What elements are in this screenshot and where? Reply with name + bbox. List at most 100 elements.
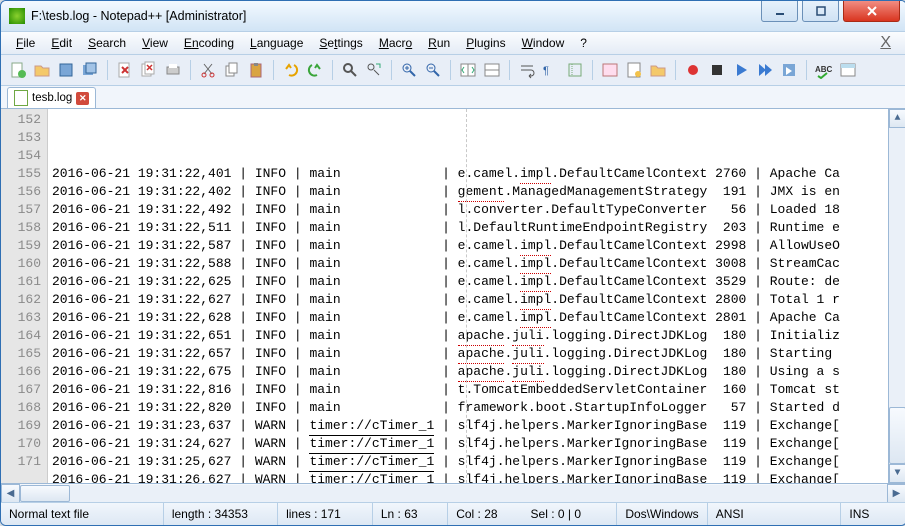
log-line: 2016-06-21 19:31:22,402 | INFO | main | … xyxy=(52,183,888,201)
status-lines: lines : 171 xyxy=(278,503,372,525)
zoom-out-icon[interactable] xyxy=(424,61,442,79)
zoom-in-icon[interactable] xyxy=(400,61,418,79)
paste-icon[interactable] xyxy=(247,61,265,79)
tab-close-icon[interactable]: ✕ xyxy=(76,92,89,105)
mdi-close-icon[interactable]: X xyxy=(873,32,898,54)
menu-edit[interactable]: Edit xyxy=(44,34,79,52)
log-line: 2016-06-21 19:31:26,627 | WARN | timer:/… xyxy=(52,471,888,483)
play-macro-icon[interactable] xyxy=(732,61,750,79)
wrap-guide xyxy=(466,109,468,483)
scroll-left-icon[interactable]: ◀ xyxy=(1,484,20,503)
indent-guide-icon[interactable] xyxy=(566,61,584,79)
close-all-icon[interactable] xyxy=(140,61,158,79)
replace-icon[interactable] xyxy=(365,61,383,79)
print-icon[interactable] xyxy=(164,61,182,79)
log-line: 2016-06-21 19:31:23,637 | WARN | timer:/… xyxy=(52,417,888,435)
statusbar: Normal text file length : 34353 lines : … xyxy=(1,502,905,525)
undo-icon[interactable] xyxy=(282,61,300,79)
func-list-icon[interactable] xyxy=(625,61,643,79)
menu-language[interactable]: Language xyxy=(243,34,310,52)
scroll-thumb[interactable] xyxy=(889,407,905,464)
sync-v-icon[interactable] xyxy=(459,61,477,79)
lang-format-icon[interactable] xyxy=(601,61,619,79)
log-line: 2016-06-21 19:31:22,511 | INFO | main | … xyxy=(52,219,888,237)
status-col: Col : 28 xyxy=(448,503,522,525)
file-icon xyxy=(14,90,28,106)
cut-icon[interactable] xyxy=(199,61,217,79)
status-sel: Sel : 0 | 0 xyxy=(523,503,618,525)
minimize-button[interactable] xyxy=(761,1,798,22)
menu-search[interactable]: Search xyxy=(81,34,133,52)
scroll-up-icon[interactable]: ▲ xyxy=(889,109,905,128)
tabbar: tesb.log ✕ xyxy=(1,86,905,108)
horizontal-scrollbar[interactable]: ◀ ▶ xyxy=(1,483,905,502)
log-line: 2016-06-21 19:31:25,627 | WARN | timer:/… xyxy=(52,453,888,471)
tab-label: tesb.log xyxy=(32,92,72,104)
menubar: File Edit Search View Encoding Language … xyxy=(1,32,905,55)
menu-view[interactable]: View xyxy=(135,34,175,52)
menu-plugins[interactable]: Plugins xyxy=(459,34,512,52)
svg-text:ABC: ABC xyxy=(815,65,833,74)
code-view[interactable]: 2016-06-21 19:31:22,401 | INFO | main | … xyxy=(48,109,888,483)
log-line: 2016-06-21 19:31:22,675 | INFO | main | … xyxy=(52,363,888,381)
menu-help[interactable]: ? xyxy=(573,34,594,52)
status-insert-mode: INS xyxy=(841,503,905,525)
menu-encoding[interactable]: Encoding xyxy=(177,34,241,52)
status-length: length : 34353 xyxy=(164,503,278,525)
folder-panel-icon[interactable] xyxy=(649,61,667,79)
status-filetype: Normal text file xyxy=(1,503,164,525)
log-line: 2016-06-21 19:31:22,820 | INFO | main | … xyxy=(52,399,888,417)
line-gutter: 152 153 154 155 156 157 158 159 160 161 … xyxy=(1,109,48,483)
sync-h-icon[interactable] xyxy=(483,61,501,79)
status-encoding: ANSI xyxy=(708,503,842,525)
window-title: F:\tesb.log - Notepad++ [Administrator] xyxy=(31,9,246,23)
log-line: 2016-06-21 19:31:24,627 | WARN | timer:/… xyxy=(52,435,888,453)
log-line: 2016-06-21 19:31:22,657 | INFO | main | … xyxy=(52,345,888,363)
scroll-down-icon[interactable]: ▼ xyxy=(889,464,905,483)
copy-icon[interactable] xyxy=(223,61,241,79)
menu-file[interactable]: File xyxy=(9,34,42,52)
menu-window[interactable]: Window xyxy=(515,34,572,52)
editor-area: 152 153 154 155 156 157 158 159 160 161 … xyxy=(1,108,905,483)
status-eol: Dos\Windows xyxy=(617,503,707,525)
log-line: 2016-06-21 19:31:22,492 | INFO | main | … xyxy=(52,201,888,219)
log-line: 2016-06-21 19:31:22,651 | INFO | main | … xyxy=(52,327,888,345)
find-icon[interactable] xyxy=(341,61,359,79)
vertical-scrollbar[interactable]: ▲ ▼ xyxy=(888,109,905,483)
log-line: 2016-06-21 19:31:22,588 | INFO | main | … xyxy=(52,255,888,273)
status-line: Ln : 63 xyxy=(372,503,448,525)
show-panel-icon[interactable] xyxy=(839,61,857,79)
save-icon[interactable] xyxy=(57,61,75,79)
save-macro-icon[interactable] xyxy=(780,61,798,79)
record-macro-icon[interactable] xyxy=(684,61,702,79)
log-line: 2016-06-21 19:31:22,587 | INFO | main | … xyxy=(52,237,888,255)
open-icon[interactable] xyxy=(33,61,51,79)
stop-macro-icon[interactable] xyxy=(708,61,726,79)
log-line: 2016-06-21 19:31:22,628 | INFO | main | … xyxy=(52,309,888,327)
wordwrap-icon[interactable] xyxy=(518,61,536,79)
close-file-icon[interactable] xyxy=(116,61,134,79)
spellcheck-icon[interactable]: ABC xyxy=(815,61,833,79)
log-line: 2016-06-21 19:31:22,627 | INFO | main | … xyxy=(52,291,888,309)
tab-tesb-log[interactable]: tesb.log ✕ xyxy=(7,87,96,108)
maximize-button[interactable] xyxy=(802,1,839,22)
log-line: 2016-06-21 19:31:22,816 | INFO | main | … xyxy=(52,381,888,399)
scroll-right-icon[interactable]: ▶ xyxy=(887,484,905,503)
show-all-chars-icon[interactable]: ¶ xyxy=(542,61,560,79)
app-window: F:\tesb.log - Notepad++ [Administrator] … xyxy=(0,0,905,526)
log-line: 2016-06-21 19:31:22,625 | INFO | main | … xyxy=(52,273,888,291)
menu-run[interactable]: Run xyxy=(421,34,457,52)
titlebar[interactable]: F:\tesb.log - Notepad++ [Administrator] xyxy=(1,1,905,32)
scroll-thumb-h[interactable] xyxy=(20,485,70,502)
save-all-icon[interactable] xyxy=(81,61,99,79)
redo-icon[interactable] xyxy=(306,61,324,79)
log-line: 2016-06-21 19:31:22,401 | INFO | main | … xyxy=(52,165,888,183)
app-icon xyxy=(9,8,25,24)
svg-text:¶: ¶ xyxy=(543,65,549,77)
close-button[interactable] xyxy=(843,1,900,22)
play-multi-icon[interactable] xyxy=(756,61,774,79)
menu-settings[interactable]: Settings xyxy=(312,34,369,52)
menu-macro[interactable]: Macro xyxy=(372,34,419,52)
new-file-icon[interactable] xyxy=(9,61,27,79)
toolbar: ¶ ABC xyxy=(1,55,905,86)
